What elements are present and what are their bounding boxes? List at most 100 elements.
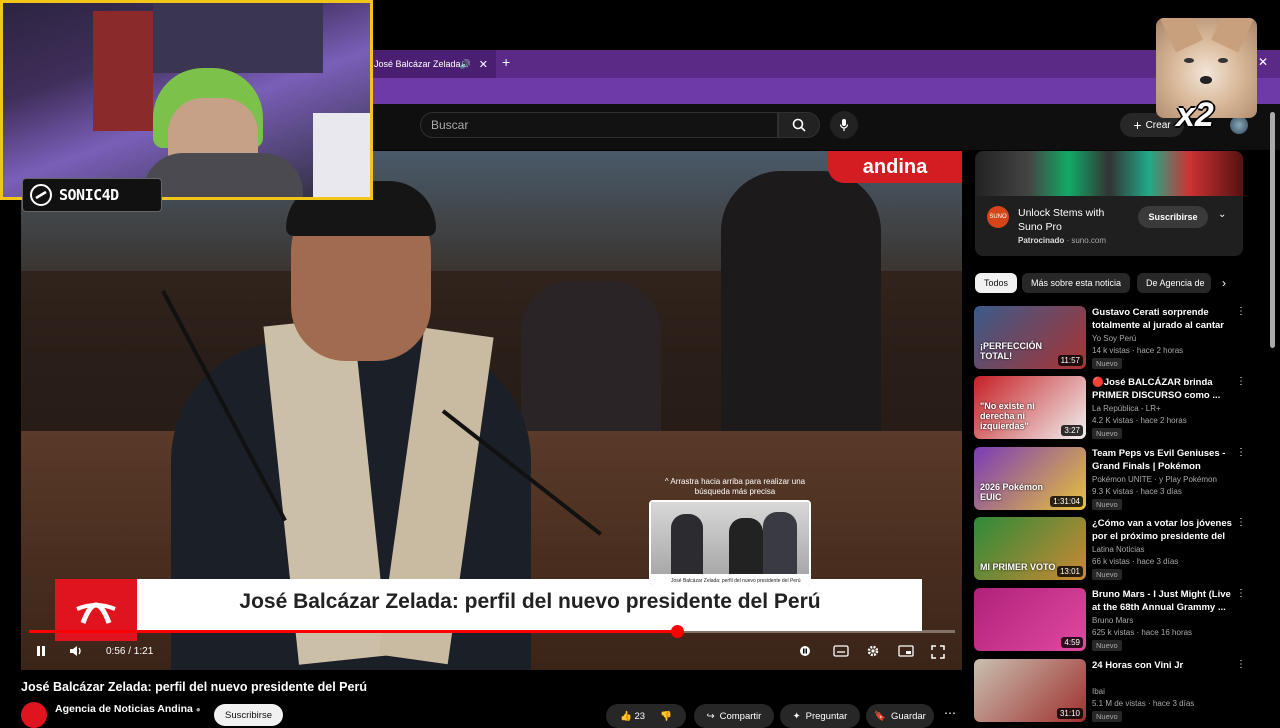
save-button[interactable]: 🔖 Guardar [866,704,934,728]
recommended-video-title[interactable]: ¿Cómo van a votar los jóvenes por el pró… [1092,517,1234,543]
shelf [93,11,153,131]
progress-bar-fill [29,630,678,633]
volume-button[interactable] [68,644,84,661]
sonic-logo-icon [30,184,52,206]
settings-button[interactable] [866,644,880,661]
ad-subscribe-button[interactable]: Suscribirse [1138,206,1208,228]
recommended-video-meta: 14 k vistas · hace 2 horas [1092,346,1184,355]
new-badge: Nuevo [1092,428,1122,439]
andina-watermark: andina [828,151,962,183]
search-placeholder: Buscar [431,118,469,132]
shelf [153,3,323,73]
ad-logo-text: SUNO [989,214,1007,220]
streamer-name: SONIC4D [59,186,119,204]
subtitles-icon [833,645,849,657]
recommended-video-meta: 5.1 M de vistas · hace 3 días [1092,699,1195,708]
recommended-video-channel[interactable]: La República - LR+ [1092,404,1161,413]
video-duration: 31:10 [1056,708,1083,719]
recommended-video[interactable]: 4:59 Bruno Mars - I Just Might (Live at t… [974,588,1246,652]
new-tab-button[interactable]: + [502,54,510,70]
share-button[interactable]: ↪ Compartir [694,704,774,728]
recommended-video-channel[interactable]: Bruno Mars [1092,616,1133,625]
more-options-icon[interactable]: ⋮ [1236,447,1246,458]
browser-tab[interactable]: José Balcázar Zelada: pe 🔊 ✕ [366,50,496,78]
new-badge: Nuevo [1092,499,1122,510]
channel-name[interactable]: Agencia de Noticias Andina ● [55,703,201,715]
recommended-video[interactable]: 2026 Pokémon EUIC 1:31:04 Team Peps vs Evi… [974,447,1246,511]
subscribe-button[interactable]: Suscribirse [214,704,283,726]
window-close-button[interactable]: ✕ [1258,55,1268,69]
chevron-down-icon[interactable]: ⌄ [1218,209,1226,220]
recommended-video-meta: 625 k vistas · hace 16 horas [1092,628,1193,637]
more-options-icon[interactable]: ⋮ [1236,376,1246,387]
video-duration: 11:57 [1057,355,1083,366]
fullscreen-button[interactable] [931,645,945,662]
recommended-video-title[interactable]: Gustavo Cerati sorprende totalmente al j… [1092,306,1234,332]
streamer-shirt [143,153,303,197]
recommended-video-channel[interactable]: Ibai [1092,687,1105,696]
streamer-tag: SONIC4D [22,178,162,212]
chip-todos[interactable]: Todos [975,273,1018,293]
search-icon [792,118,806,132]
recommended-video-title[interactable]: Bruno Mars - I Just Might (Live at the 6… [1092,588,1234,614]
cat-ear [1158,18,1204,53]
tab-close-button[interactable]: ✕ [479,58,488,71]
ad-logo: SUNO [987,206,1009,228]
recommended-video-channel[interactable]: Pokémon UNITE · y Play Pokémon [1092,475,1217,484]
pause-icon [37,646,45,656]
page-scrollbar[interactable] [1270,112,1275,348]
preview-hint: ^ Arrastra hacia arriba para realizar un… [664,477,806,496]
search-button[interactable] [778,112,820,138]
andina-logo-icon [76,602,116,624]
video-thumbnail[interactable]: 2026 Pokémon EUIC 1:31:04 [974,447,1086,510]
video-thumbnail[interactable]: ¡PERFECCIÓN TOTAL! 11:57 [974,306,1086,369]
ad-banner-image[interactable] [975,151,1243,196]
new-badge: Nuevo [1092,569,1122,580]
thumbnail-text: "No existe ni derecha ni izquierdas" [980,401,1035,431]
recommended-video-title[interactable]: 24 Horas con Vini Jr [1092,659,1234,672]
recommended-video-title[interactable]: 🔴José BALCÁZAR brinda PRIMER DISCURSO co… [1092,376,1234,402]
recommended-video[interactable]: 31:10 24 Horas con Vini Jr Ibai 5.1 M de vi… [974,659,1246,723]
recommended-video-meta: 9.3 K vistas · hace 3 días [1092,487,1182,496]
chip-from-channel[interactable]: De Agencia de [1137,273,1211,293]
lower-third-title: José Balcázar Zelada: perfil del nuevo p… [239,590,821,613]
channel-avatar[interactable] [21,702,47,728]
speaker-icon: 🔊 [459,58,471,69]
account-avatar[interactable] [1230,116,1248,134]
recommended-video-title[interactable]: Team Peps vs Evil Geniuses - Grand Final… [1092,447,1234,473]
ad-title[interactable]: Unlock Stems with Suno Pro [1018,206,1118,234]
miniplayer-button[interactable] [898,645,914,660]
video-thumbnail[interactable]: 31:10 [974,659,1086,722]
video-thumbnail[interactable]: 4:59 [974,588,1086,651]
preview-caption: José Balcázar Zelada: perfil del nuevo p… [651,574,809,586]
ask-button[interactable]: ✦ Preguntar [780,704,860,728]
chip-more-news[interactable]: Más sobre esta noticia [1022,273,1131,293]
more-options-icon[interactable]: ⋮ [1236,517,1246,528]
recommended-video-channel[interactable]: Latina Noticias [1092,545,1144,554]
more-actions-button[interactable]: ⋯ [944,706,956,720]
voice-search-button[interactable] [830,111,858,139]
time-display: 0:56 / 1:21 [106,646,154,657]
recommended-video[interactable]: MI PRIMER VOTO 13:01 ¿Cómo van a votar los… [974,517,1246,581]
ad-sponsor-label: Patrocinado [1018,236,1065,245]
more-options-icon[interactable]: ⋮ [1236,306,1246,317]
search-input[interactable]: Buscar [420,112,778,138]
recommended-video-channel[interactable]: Yo Soy Perú [1092,334,1136,343]
autoplay-toggle[interactable] [798,645,812,660]
subtitles-button[interactable] [833,645,849,660]
new-badge: Nuevo [1092,358,1122,369]
video-thumbnail[interactable]: "No existe ni derecha ni izquierdas" 3:27 [974,376,1086,439]
video-duration: 13:01 [1056,566,1083,577]
ad-sponsor: Patrocinado · suno.com [1018,236,1107,245]
more-options-icon[interactable]: ⋮ [1236,588,1246,599]
recommended-video[interactable]: "No existe ni derecha ni izquierdas" 3:27… [974,376,1246,440]
recommended-video[interactable]: ¡PERFECCIÓN TOTAL! 11:57 Gustavo Cerati so… [974,306,1246,370]
chevron-right-icon[interactable]: › [1222,276,1226,290]
more-options-icon[interactable]: ⋮ [1236,659,1246,670]
like-dislike-group: 👍 23 👎 [606,704,686,728]
speed-overlay: x2 [1176,96,1214,134]
cat-ear [1210,18,1256,53]
pause-button[interactable] [34,644,48,661]
thumbnail-text: MI PRIMER VOTO [980,562,1056,572]
video-thumbnail[interactable]: MI PRIMER VOTO 13:01 [974,517,1086,580]
